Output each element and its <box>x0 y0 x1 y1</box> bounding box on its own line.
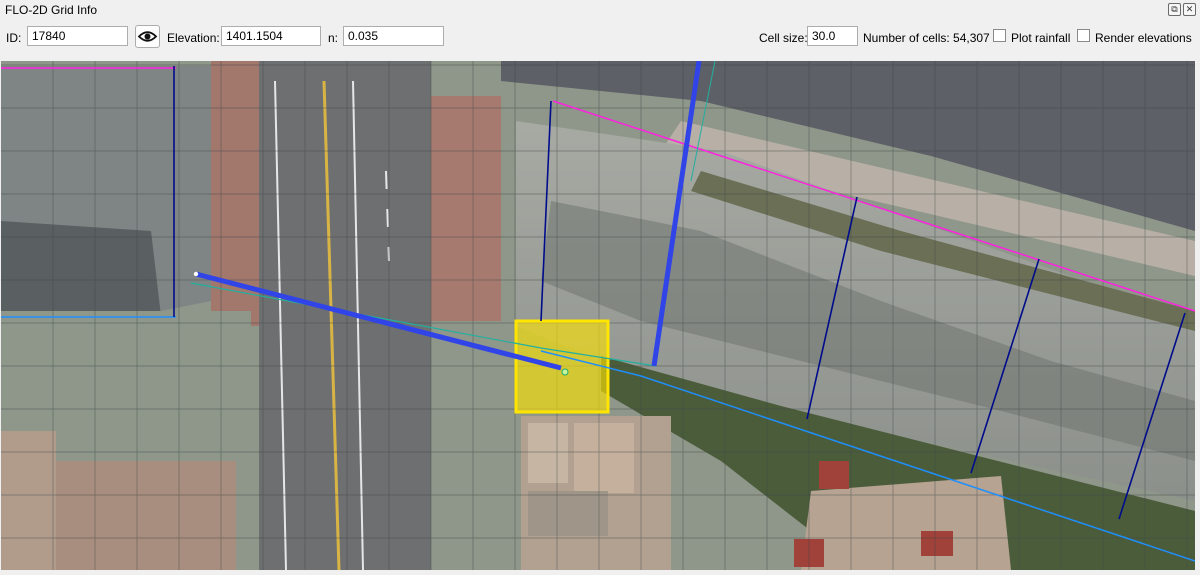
selected-node[interactable] <box>561 368 569 376</box>
bottom-edge <box>0 570 1200 575</box>
n-label: n: <box>328 31 339 45</box>
parking-lot <box>56 461 236 570</box>
aerial-map <box>1 61 1195 570</box>
cell-size-input[interactable] <box>807 26 858 46</box>
id-input[interactable] <box>27 26 128 46</box>
roof-section <box>574 423 634 493</box>
channel-node[interactable] <box>193 271 199 277</box>
map-canvas[interactable] <box>1 61 1195 570</box>
render-elevations-label: Render elevations <box>1095 31 1192 45</box>
selected-grid-cell[interactable] <box>514 319 610 414</box>
manning-n-input[interactable] <box>343 26 444 46</box>
cell-size-label: Cell size: <box>759 31 808 45</box>
window-title: FLO-2D Grid Info <box>5 3 98 17</box>
red-roof <box>819 461 849 489</box>
sidewalk-right <box>426 96 501 321</box>
close-icon[interactable]: ✕ <box>1183 3 1196 16</box>
building-bottom-right <box>801 476 1011 570</box>
eye-icon <box>137 31 158 42</box>
elevation-input[interactable] <box>221 26 321 46</box>
grid-info-toolbar: ID: Elevation: n: Cell size: Number of c… <box>0 20 1200 60</box>
id-label: ID: <box>6 31 22 45</box>
red-roof <box>921 531 953 556</box>
restore-icon[interactable]: ⧉ <box>1168 3 1181 16</box>
roof-section <box>528 423 568 483</box>
number-of-cells-label: Number of cells: 54,307 <box>863 31 990 45</box>
plot-rainfall-label: Plot rainfall <box>1011 31 1071 45</box>
render-elevations-checkbox[interactable] <box>1077 29 1090 42</box>
plot-rainfall-checkbox[interactable] <box>993 29 1006 42</box>
view-cell-button[interactable] <box>135 25 160 48</box>
roof-section <box>528 491 608 536</box>
title-bar: FLO-2D Grid Info ⧉ ✕ <box>0 0 1200 20</box>
elevation-label: Elevation: <box>167 31 220 45</box>
